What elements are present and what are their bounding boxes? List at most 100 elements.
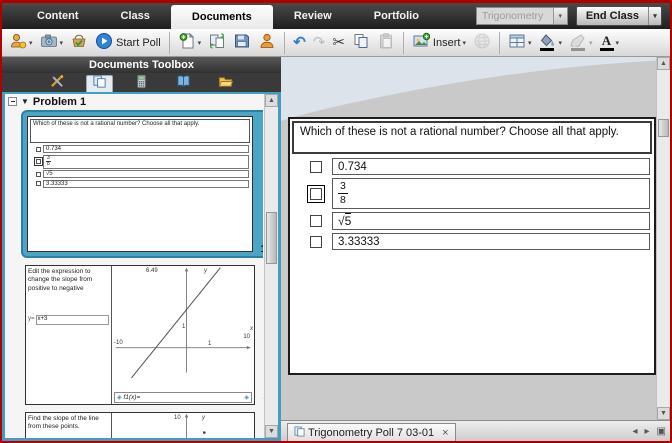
insert-image-icon xyxy=(412,32,430,53)
save-button[interactable] xyxy=(230,31,254,55)
chevron-down-icon: ▾ xyxy=(589,39,593,47)
screen-capture-button[interactable]: ▾ xyxy=(37,31,67,55)
question-prompt-box[interactable]: Which of these is not a rational number?… xyxy=(292,121,652,154)
option-3-checkbox[interactable] xyxy=(310,215,322,227)
chevron-down-icon: ▾ xyxy=(29,39,33,47)
mini-graph: 10 y xyxy=(112,413,254,438)
page-layout-icon xyxy=(508,32,526,53)
class-select-value: Trigonometry xyxy=(482,10,543,22)
variables-button[interactable] xyxy=(470,31,494,55)
mini-expression-value: x+3 xyxy=(36,315,109,325)
option-2-box[interactable]: 38 xyxy=(332,178,650,209)
expander-arrow-icon[interactable]: ▼ xyxy=(21,98,29,106)
send-to-class-button[interactable] xyxy=(67,31,91,55)
scrollbar-thumb[interactable] xyxy=(658,119,669,137)
scroll-down-icon[interactable]: ▼ xyxy=(265,425,278,438)
chevron-down-icon: ▾ xyxy=(553,8,567,24)
tab-review[interactable]: Review xyxy=(273,3,353,29)
new-document-button[interactable]: ▾ xyxy=(175,31,205,55)
fill-color-button[interactable]: ▾ xyxy=(535,31,565,55)
mini-checkbox xyxy=(36,147,41,152)
page-number: 2 xyxy=(262,391,263,402)
scroll-down-icon[interactable]: ▼ xyxy=(657,407,670,420)
class-select[interactable]: Trigonometry ▾ xyxy=(476,7,568,25)
page-thumbnail-1[interactable]: Which of these is not a rational number?… xyxy=(21,110,263,258)
toolbox-tab-tools[interactable] xyxy=(44,75,71,92)
copy-button[interactable] xyxy=(349,31,373,55)
option-row-1: 0.734 xyxy=(304,158,650,175)
option-4-checkbox[interactable] xyxy=(310,236,322,248)
scroll-up-icon[interactable]: ▲ xyxy=(265,94,278,107)
tab-portfolio[interactable]: Portfolio xyxy=(353,3,440,29)
document-icon xyxy=(294,426,305,440)
toolbar: ▾ ▾ Start Poll ▾ ↶ ↷ xyxy=(2,29,670,57)
close-icon[interactable]: × xyxy=(442,427,448,439)
tab-documents[interactable]: Documents xyxy=(171,5,273,29)
toolbox-tab-content[interactable] xyxy=(212,75,239,92)
graph-ymax-label: 6.49 xyxy=(146,268,158,274)
cut-button[interactable]: ✂ xyxy=(329,31,348,55)
mini-checkbox xyxy=(36,172,41,177)
document-tab[interactable]: Trigonometry Poll 7 03-01 × xyxy=(287,423,456,441)
toolbox-title: Documents Toolbox xyxy=(2,57,281,73)
option-4-box[interactable]: 3.33333 xyxy=(332,233,650,250)
toolbox-tab-guide[interactable] xyxy=(170,75,197,92)
undo-button[interactable]: ↶ xyxy=(290,31,309,55)
start-poll-icon xyxy=(95,32,113,53)
graph-xtick-label: 1 xyxy=(208,341,211,347)
chevron-down-icon: ▾ xyxy=(558,39,562,47)
start-poll-button[interactable]: Start Poll xyxy=(92,31,164,55)
toolbox-tab-strip xyxy=(2,73,281,92)
graph-ytick-label: 1 xyxy=(182,324,185,330)
prev-tab-icon[interactable]: ◂ xyxy=(632,426,637,437)
send-basket-icon xyxy=(70,32,88,53)
page-thumbnail-3[interactable]: Find the slope of the line from these po… xyxy=(21,412,263,438)
option-1-checkbox[interactable] xyxy=(310,161,322,173)
graph-xmin-label: -10 xyxy=(114,340,123,346)
tab-class[interactable]: Class xyxy=(100,3,171,29)
option-3-box[interactable]: √5 xyxy=(332,212,650,230)
collapse-box-icon[interactable] xyxy=(8,97,17,106)
end-class-dropdown-icon[interactable]: ▾ xyxy=(648,7,661,25)
redo-button[interactable]: ↷ xyxy=(310,31,329,55)
class-member-button[interactable] xyxy=(255,31,279,55)
graph-y-axis-label: y xyxy=(204,268,207,274)
mini-graph: 6.49 y 1 -10 1 10 x ◈ f1(x)=◈ xyxy=(112,266,254,404)
fill-color-icon xyxy=(538,34,556,51)
folder-icon xyxy=(218,74,233,94)
insert-button[interactable]: Insert ▾ xyxy=(409,31,469,55)
page-3-preview: Find the slope of the line from these po… xyxy=(25,412,255,438)
line-color-button[interactable]: ▾ xyxy=(566,31,596,55)
problem-tree-item[interactable]: ▼ Problem 1 xyxy=(5,94,278,109)
scrollbar-thumb[interactable] xyxy=(266,212,277,264)
text-color-icon: A xyxy=(600,34,614,51)
toolbox-tab-calculator[interactable] xyxy=(128,75,155,92)
sorter-scrollbar[interactable]: ▲ ▼ xyxy=(264,94,278,438)
end-class-button[interactable]: End Class ▾ xyxy=(576,6,662,26)
tab-list-icon[interactable]: ▣ xyxy=(657,426,666,437)
option-1-box[interactable]: 0.734 xyxy=(332,158,650,175)
chevron-down-icon: ▾ xyxy=(198,39,202,47)
option-row-3: √5 xyxy=(304,212,650,230)
chevron-down-icon: ▾ xyxy=(60,39,64,47)
mini-entry-line: ◈ f1(x)=◈ xyxy=(114,392,252,403)
sync-document-button[interactable] xyxy=(205,31,229,55)
student-button[interactable]: ▾ xyxy=(6,31,36,55)
document-scrollbar[interactable]: ▲ ▼ xyxy=(656,57,670,420)
copy-icon xyxy=(352,32,370,53)
page-layout-button[interactable]: ▾ xyxy=(505,31,535,55)
page-thumbnail-2[interactable]: Edit the expression to change the slope … xyxy=(21,265,263,405)
scroll-up-icon[interactable]: ▲ xyxy=(657,57,670,70)
graph-xmax-label: 10 xyxy=(243,334,250,340)
toolbox-tab-page-sorter[interactable] xyxy=(86,75,113,92)
tab-content[interactable]: Content xyxy=(16,3,100,29)
paste-button[interactable] xyxy=(374,31,398,55)
next-tab-icon[interactable]: ▸ xyxy=(645,426,650,437)
save-icon xyxy=(233,32,251,53)
redo-icon: ↷ xyxy=(313,35,326,50)
tools-icon xyxy=(50,74,65,94)
option-2-checkbox[interactable] xyxy=(310,188,322,200)
text-color-button[interactable]: A ▾ xyxy=(597,31,623,55)
option-row-4: 3.33333 xyxy=(304,233,650,250)
insert-label: Insert xyxy=(433,37,461,49)
